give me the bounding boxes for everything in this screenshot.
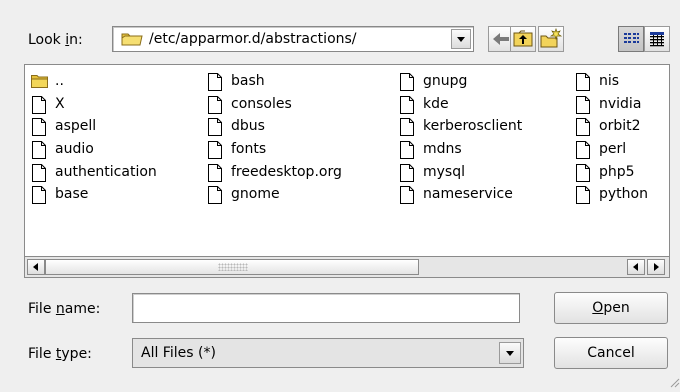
- folder-up-icon: [513, 30, 533, 47]
- file-list-item-label: base: [55, 186, 89, 202]
- document-icon: [31, 186, 47, 204]
- file-list-item-label: kde: [423, 96, 449, 112]
- document-icon: [31, 96, 47, 114]
- look-in-path: /etc/apparmor.d/abstractions/: [149, 31, 357, 47]
- file-list-item-label: gnome: [231, 186, 280, 202]
- file-list-item-label: aspell: [55, 118, 97, 134]
- detail-view-button[interactable]: [644, 26, 670, 52]
- document-icon: [575, 96, 591, 114]
- file-list-item-label: X: [55, 96, 65, 112]
- folder-icon: [31, 73, 48, 91]
- scroll-left-arrow-icon: [633, 263, 638, 271]
- file-type-dropdown-button[interactable]: [499, 342, 521, 364]
- scroll-left-button-2[interactable]: [627, 259, 645, 275]
- file-list-item-label: ..: [55, 73, 64, 89]
- file-list-item-label: authentication: [55, 164, 157, 180]
- open-button[interactable]: Open: [554, 292, 668, 324]
- look-in-dropdown-button[interactable]: [451, 29, 471, 49]
- scroll-right-button[interactable]: [647, 259, 665, 275]
- list-view-button[interactable]: [618, 26, 644, 52]
- scroll-left-arrow-icon: [33, 263, 38, 271]
- list-view-icon: [624, 33, 639, 43]
- file-list-item-label: kerberosclient: [423, 118, 523, 134]
- horizontal-scrollbar[interactable]: [24, 256, 670, 278]
- document-icon: [399, 118, 415, 136]
- file-name-input[interactable]: [132, 293, 520, 323]
- new-folder-button[interactable]: [538, 26, 564, 52]
- chevron-down-icon: [457, 37, 465, 42]
- document-icon: [575, 118, 591, 136]
- file-name-label: File name:: [28, 301, 101, 317]
- document-icon: [575, 186, 591, 204]
- document-icon: [31, 164, 47, 182]
- document-icon: [575, 164, 591, 182]
- resize-grip-icon[interactable]: [668, 376, 680, 388]
- document-icon: [31, 118, 47, 136]
- file-list-item-label: mysql: [423, 164, 465, 180]
- file-list-item-label: mdns: [423, 141, 462, 157]
- chevron-down-icon: [506, 351, 514, 356]
- document-icon: [399, 96, 415, 114]
- scrollbar-thumb[interactable]: [45, 259, 419, 275]
- file-list-item-label: audio: [55, 141, 94, 157]
- file-list-item-label: nameservice: [423, 186, 513, 202]
- document-icon: [207, 164, 223, 182]
- file-list-item-label: freedesktop.org: [231, 164, 342, 180]
- file-list-item-label: orbit2: [599, 118, 641, 134]
- document-icon: [399, 164, 415, 182]
- file-list-item-label: perl: [599, 141, 627, 157]
- file-type-select[interactable]: All Files (*): [132, 338, 524, 368]
- scroll-right-arrow-icon: [654, 263, 659, 271]
- document-icon: [207, 73, 223, 91]
- document-icon: [207, 96, 223, 114]
- document-icon: [399, 73, 415, 91]
- document-icon: [207, 186, 223, 204]
- folder-icon: [121, 31, 143, 51]
- file-list-item-label: php5: [599, 164, 635, 180]
- file-list-item-label: nvidia: [599, 96, 642, 112]
- document-icon: [399, 141, 415, 159]
- new-folder-icon: [540, 27, 563, 48]
- parent-folder-button[interactable]: [510, 26, 536, 52]
- file-type-label: File type:: [28, 346, 92, 362]
- scroll-left-button[interactable]: [27, 259, 45, 275]
- document-icon: [575, 73, 591, 91]
- look-in-combo[interactable]: /etc/apparmor.d/abstractions/: [112, 26, 474, 52]
- file-list-item-label: fonts: [231, 141, 267, 157]
- file-list-item-label: dbus: [231, 118, 265, 134]
- file-list-item-label: bash: [231, 73, 265, 89]
- document-icon: [399, 186, 415, 204]
- document-icon: [31, 141, 47, 159]
- file-list-item-label: consoles: [231, 96, 292, 112]
- file-type-value: All Files (*): [141, 345, 216, 361]
- detail-view-icon: [650, 32, 664, 47]
- document-icon: [575, 141, 591, 159]
- file-list-item-label: python: [599, 186, 648, 202]
- grip-icon: [218, 263, 248, 271]
- document-icon: [207, 141, 223, 159]
- file-list-item-label: gnupg: [423, 73, 468, 89]
- document-icon: [207, 118, 223, 136]
- look-in-label: Look in:: [28, 32, 83, 48]
- cancel-button[interactable]: Cancel: [554, 337, 668, 369]
- file-list-view[interactable]: .. Xaspell audio authentication base bash cons…: [24, 64, 670, 278]
- file-list-item-label: nis: [599, 73, 620, 89]
